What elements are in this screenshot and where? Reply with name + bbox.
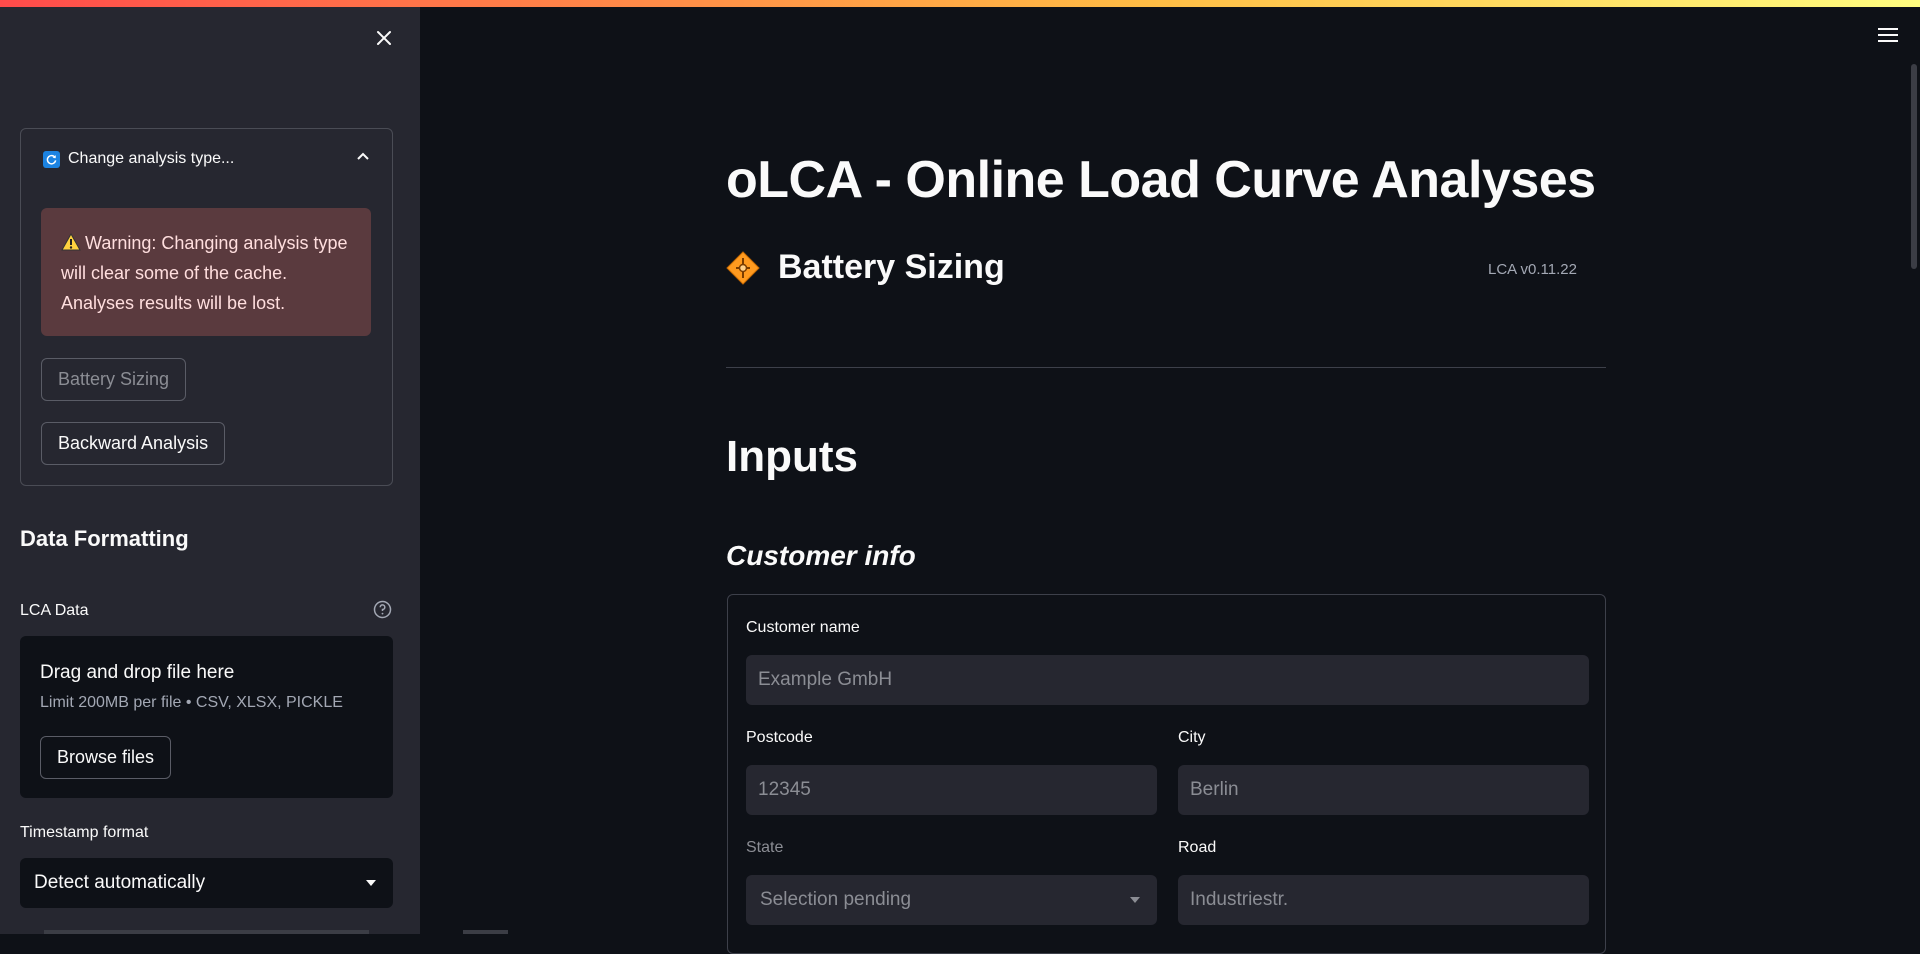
page-subtitle-row: Battery Sizing [726, 248, 1005, 287]
refresh-icon [43, 150, 60, 168]
sidebar: Change analysis type... Warning: Changin… [0, 0, 420, 934]
backward-analysis-button[interactable]: Backward Analysis [41, 422, 226, 465]
version-label: LCA v0.11.22 [1488, 261, 1577, 278]
warning-text: Warning: Changing analysis type will cle… [61, 233, 348, 313]
browse-files-button[interactable]: Browse files [40, 736, 172, 779]
state-label: State [746, 839, 784, 856]
hamburger-menu-icon[interactable] [1877, 26, 1899, 44]
sidebar-close-button[interactable] [369, 23, 399, 53]
road-input[interactable] [1178, 875, 1589, 925]
state-select-value: Selection pending [760, 889, 912, 910]
state-select[interactable]: Selection pending [746, 875, 1157, 925]
inputs-heading: Inputs [726, 432, 858, 481]
timestamp-format-value: Detect automatically [34, 872, 206, 893]
page-title: oLCA - Online Load Curve Analyses [726, 151, 1596, 209]
sidebar-horizontal-scrollbar[interactable] [44, 930, 369, 934]
close-icon [377, 31, 391, 45]
customer-info-heading: Customer info [726, 540, 916, 571]
dropzone-limit: Limit 200MB per file • CSV, XLSX, PICKLE [40, 694, 343, 711]
chevron-up-icon [357, 152, 369, 160]
timestamp-format-label: Timestamp format [20, 824, 149, 841]
timestamp-format-select[interactable]: Detect automatically [20, 858, 393, 908]
dropzone-title: Drag and drop file here [40, 662, 235, 683]
chevron-down-icon [366, 880, 376, 886]
city-label: City [1178, 729, 1206, 746]
customer-name-label: Customer name [746, 619, 860, 636]
main-horizontal-scrollbar[interactable] [463, 930, 508, 934]
customer-info-form: Customer name Postcode City State Select… [727, 594, 1606, 954]
page-subtitle: Battery Sizing [778, 248, 1005, 286]
chevron-down-icon [1130, 897, 1140, 903]
warning-alert: Warning: Changing analysis type will cle… [41, 208, 371, 336]
expander-header[interactable]: Change analysis type... [21, 129, 392, 189]
customer-name-input[interactable] [746, 655, 1589, 705]
postcode-input[interactable] [746, 765, 1157, 815]
city-input[interactable] [1178, 765, 1589, 815]
expander-title: Change analysis type... [68, 150, 235, 167]
battery-sizing-button[interactable]: Battery Sizing [41, 358, 187, 401]
top-decoration-bar [0, 0, 1920, 7]
analysis-type-expander: Change analysis type... Warning: Changin… [20, 128, 393, 486]
file-dropzone[interactable]: Drag and drop file here Limit 200MB per … [20, 636, 393, 798]
help-icon[interactable] [373, 600, 392, 619]
warning-icon [61, 232, 81, 251]
main-scrollbar[interactable] [1911, 64, 1917, 269]
road-label: Road [1178, 839, 1217, 856]
postcode-label: Postcode [746, 729, 813, 746]
battery-sizing-icon [726, 250, 760, 285]
lca-data-label: LCA Data [20, 602, 89, 619]
divider [726, 367, 1606, 368]
data-formatting-heading: Data Formatting [20, 526, 189, 551]
